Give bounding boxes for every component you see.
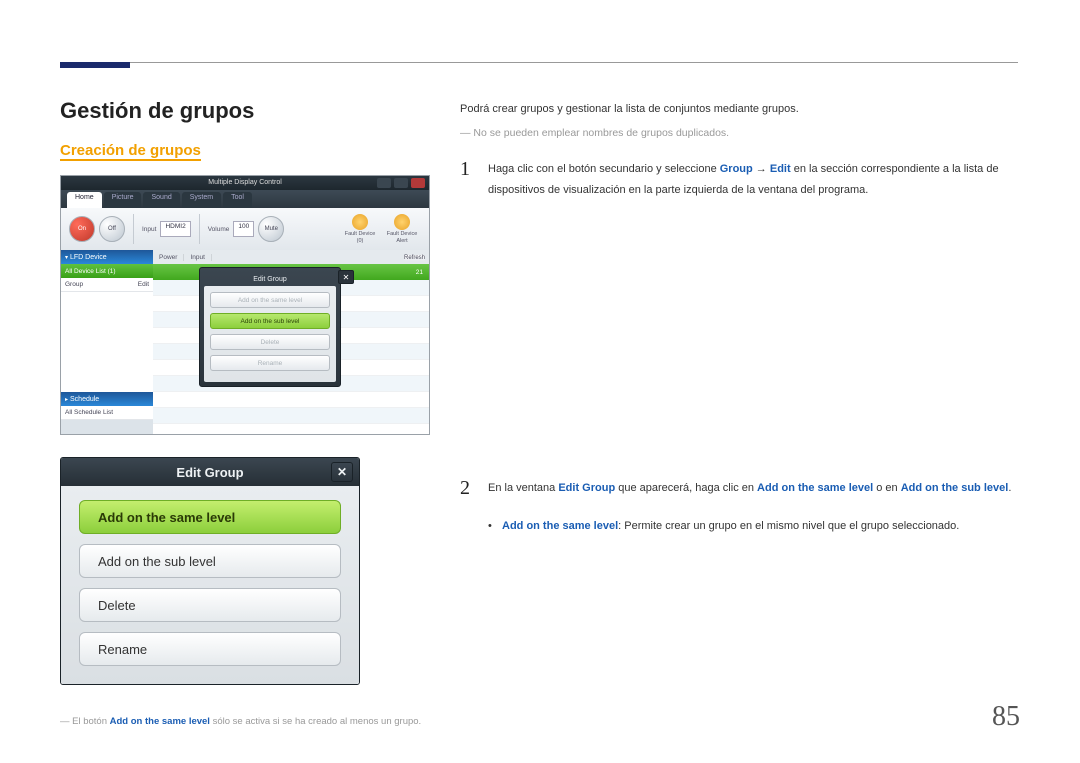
panel-header-lfd[interactable]: LFD Device — [61, 250, 153, 264]
app-title: Multiple Display Control — [208, 179, 282, 186]
step-2-mid2: o en — [873, 482, 901, 494]
popup-close-button[interactable]: ✕ — [338, 270, 354, 284]
dialog-add-sub-level[interactable]: Add on the sub level — [79, 544, 341, 578]
separator — [199, 214, 200, 244]
step-1-arrow: → — [753, 163, 770, 175]
popup-add-same-level[interactable]: Add on the same level — [210, 292, 330, 308]
heading-1: Gestión de grupos — [60, 98, 430, 124]
panel-gap — [61, 292, 153, 392]
volume-value[interactable]: 100 — [233, 221, 254, 237]
col-power: Power — [153, 254, 184, 261]
header-tab-marker — [60, 62, 130, 68]
step-2-kw-editgroup: Edit Group — [558, 482, 615, 494]
popup-delete[interactable]: Delete — [210, 334, 330, 350]
note-text: No se pueden emplear nombres de grupos d… — [460, 127, 1020, 139]
panel-header-schedule[interactable]: Schedule — [61, 392, 153, 406]
maximize-icon[interactable] — [394, 178, 408, 188]
heading-2-wrap: Creación de grupos — [60, 142, 201, 161]
step-1-kw-edit: Edit — [770, 163, 791, 175]
intro-text: Podrá crear grupos y gestionar la lista … — [460, 100, 1020, 119]
tab-sound[interactable]: Sound — [143, 192, 179, 208]
all-schedule-list[interactable]: All Schedule List — [61, 406, 153, 420]
power-on-button[interactable]: On — [69, 216, 95, 242]
warning-icon — [352, 214, 368, 230]
grid-row — [153, 408, 429, 424]
step-2-pre: En la ventana — [488, 482, 558, 494]
step-1: 1 Haga clic con el botón secundario y se… — [460, 159, 1020, 201]
minimize-icon[interactable] — [377, 178, 391, 188]
app-screenshot: Multiple Display Control Home Picture So… — [60, 175, 430, 435]
all-device-list[interactable]: All Device List (1) — [61, 264, 153, 278]
dialog-title: Edit Group — [176, 465, 243, 480]
content-header: Power Input Refresh — [153, 250, 429, 264]
bullet-keyword: Add on the same level — [502, 520, 618, 532]
power-off-button[interactable]: Off — [99, 216, 125, 242]
popup-body: Add on the same level Add on the sub lev… — [204, 286, 336, 382]
input-label: Input — [142, 226, 156, 233]
tab-system[interactable]: System — [182, 192, 221, 208]
dialog-close-button[interactable]: ✕ — [331, 462, 353, 482]
warning-icon — [394, 214, 410, 230]
mute-button[interactable]: Mute — [258, 216, 284, 242]
step-1-body: Haga clic con el botón secundario y sele… — [488, 159, 1020, 201]
group-edit-link[interactable]: Edit — [138, 281, 149, 288]
bullet-same-level: Add on the same level: Permite crear un … — [488, 517, 1020, 537]
popup-title: Edit Group ✕ — [204, 272, 336, 286]
group-row[interactable]: Group Edit — [61, 278, 153, 292]
fault-alert-label: Fault Device Alert — [387, 231, 418, 243]
group-label: Group — [65, 281, 83, 288]
step-2-mid1: que aparecerá, haga clic en — [615, 482, 757, 494]
footnote: El botón Add on the same level sólo se a… — [60, 715, 430, 729]
dialog-body: Add on the same level Add on the sub lev… — [61, 486, 359, 684]
tab-picture[interactable]: Picture — [104, 192, 142, 208]
left-column: Gestión de grupos Creación de grupos Mul… — [60, 98, 430, 729]
grid-row — [153, 392, 429, 408]
step-2-body: En la ventana Edit Group que aparecerá, … — [488, 478, 1020, 499]
app-tabs: Home Picture Sound System Tool — [61, 190, 429, 208]
step-2: 2 En la ventana Edit Group que aparecerá… — [460, 478, 1020, 499]
popup-add-sub-level[interactable]: Add on the sub level — [210, 313, 330, 329]
step-2-kw-same: Add on the same level — [757, 482, 873, 494]
input-dropdown[interactable]: HDMI2 — [160, 221, 190, 237]
close-icon[interactable] — [411, 178, 425, 188]
dialog-titlebar: Edit Group ✕ — [61, 458, 359, 486]
refresh-button[interactable]: Refresh — [404, 255, 425, 261]
volume-label: Volume — [208, 226, 230, 233]
fault-device-label: Fault Device (0) — [345, 231, 376, 243]
dialog-add-same-level[interactable]: Add on the same level — [79, 500, 341, 534]
window-buttons — [377, 178, 425, 188]
bullet-text: : Permite crear un grupo en el mismo niv… — [618, 520, 959, 532]
dialog-rename[interactable]: Rename — [79, 632, 341, 666]
header-rule — [60, 62, 1018, 63]
row-id: 21 — [410, 269, 429, 276]
step-1-number: 1 — [460, 159, 488, 201]
app-toolbar: On Off Input HDMI2 Volume 100 Mute Fault… — [61, 208, 429, 250]
separator — [133, 214, 134, 244]
fault-device[interactable]: Fault Device (0) — [341, 214, 379, 243]
edit-group-dialog: Edit Group ✕ Add on the same level Add o… — [60, 457, 360, 685]
footnote-post: sólo se activa si se ha creado al menos … — [210, 716, 421, 727]
all-schedule-label: All Schedule List — [65, 409, 113, 416]
app-titlebar: Multiple Display Control — [61, 176, 429, 190]
popup-title-text: Edit Group — [253, 276, 286, 283]
step-1-pre: Haga clic con el botón secundario y sele… — [488, 163, 720, 175]
step-2-number: 2 — [460, 478, 488, 499]
edit-group-popup: Edit Group ✕ Add on the same level Add o… — [199, 267, 341, 387]
col-input: Input — [184, 254, 211, 261]
page-number: 85 — [992, 701, 1020, 733]
tab-home[interactable]: Home — [67, 192, 102, 208]
step-2-kw-sub: Add on the sub level — [901, 482, 1009, 494]
footnote-pre: El botón — [72, 716, 110, 727]
popup-rename[interactable]: Rename — [210, 355, 330, 371]
step-1-kw-group: Group — [720, 163, 753, 175]
heading-2: Creación de grupos — [60, 142, 201, 159]
step-2-end: . — [1008, 482, 1011, 494]
dialog-delete[interactable]: Delete — [79, 588, 341, 622]
right-column: Podrá crear grupos y gestionar la lista … — [460, 100, 1020, 537]
tab-tool[interactable]: Tool — [223, 192, 252, 208]
left-panel: LFD Device All Device List (1) Group Edi… — [61, 250, 153, 434]
fault-alert[interactable]: Fault Device Alert — [383, 214, 421, 243]
footnote-keyword: Add on the same level — [110, 716, 210, 727]
